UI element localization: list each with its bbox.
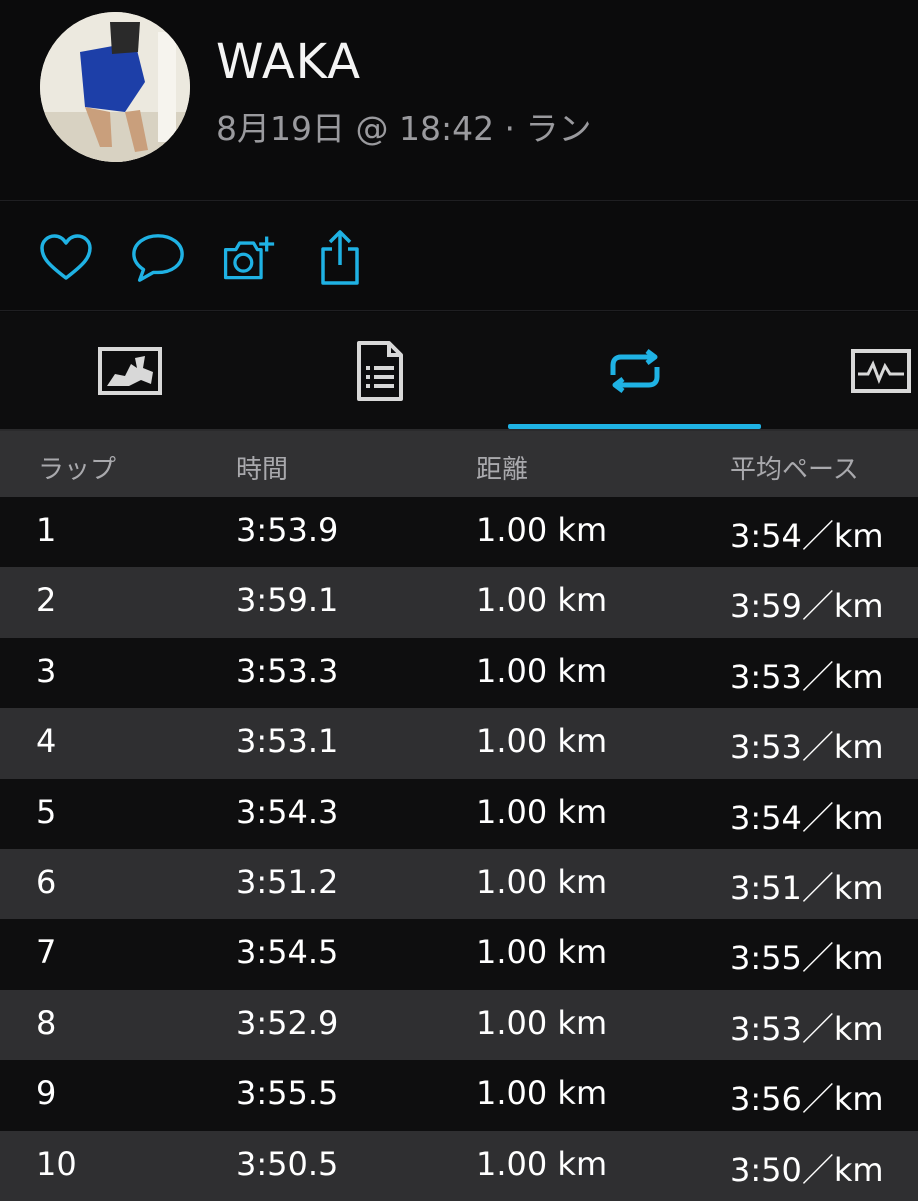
document-list-icon	[357, 341, 403, 401]
tab-laps[interactable]	[560, 312, 710, 430]
table-row[interactable]: 1 3:53.9 1.00 km 3:54／km	[0, 497, 918, 568]
table-row[interactable]: 8 3:52.9 1.00 km 3:53／km	[0, 989, 918, 1061]
lap-number: 2	[36, 581, 57, 620]
comment-bubble-icon	[132, 234, 184, 282]
lap-distance: 1.00 km	[476, 792, 608, 831]
lap-pace: 3:59／km	[730, 587, 884, 626]
lap-pace: 3:53／km	[730, 657, 884, 696]
lap-pace: 3:50／km	[730, 1150, 884, 1189]
lap-distance: 1.00 km	[476, 581, 608, 620]
lap-number: 1	[36, 511, 57, 549]
divider	[0, 200, 918, 201]
activity-header: WAKA 8月19日 @ 18:42 · ラン	[0, 0, 918, 200]
table-row[interactable]: 10 3:50.5 1.00 km 3:50／km	[0, 1130, 918, 1201]
table-row[interactable]: 5 3:54.3 1.00 km 3:54／km	[0, 778, 918, 849]
divider	[0, 310, 918, 311]
add-photo-button[interactable]	[220, 230, 276, 286]
table-row[interactable]: 2 3:59.1 1.00 km 3:59／km	[0, 567, 918, 638]
lap-number: 5	[36, 792, 57, 831]
share-button[interactable]	[312, 230, 368, 286]
lap-distance: 1.00 km	[476, 511, 608, 549]
lap-distance: 1.00 km	[476, 862, 608, 901]
lap-distance: 1.00 km	[476, 722, 608, 761]
lap-distance: 1.00 km	[476, 1074, 608, 1113]
table-row[interactable]: 6 3:51.2 1.00 km 3:51／km	[0, 848, 918, 920]
map-icon	[98, 347, 162, 395]
lap-time: 3:53.1	[236, 722, 339, 761]
activity-tabs	[0, 312, 918, 430]
laps-table-body: 1 3:53.9 1.00 km 3:54／km 2 3:59.1 1.00 k…	[0, 497, 918, 1201]
lap-time: 3:53.3	[236, 651, 339, 690]
tab-details[interactable]	[310, 312, 450, 430]
lap-pace: 3:53／km	[730, 1009, 884, 1048]
column-header-distance: 距離	[476, 455, 529, 485]
lap-pace: 3:54／km	[730, 517, 884, 555]
share-icon	[321, 230, 359, 285]
lap-time: 3:53.9	[236, 511, 339, 549]
like-button[interactable]	[38, 230, 94, 286]
tab-graphs[interactable]	[850, 312, 918, 430]
lap-distance: 1.00 km	[476, 1144, 608, 1183]
column-header-time: 時間	[236, 455, 289, 485]
username[interactable]: WAKA	[216, 34, 361, 90]
tab-map[interactable]	[60, 312, 200, 430]
lap-time: 3:54.3	[236, 792, 339, 831]
repeat-loop-icon	[610, 349, 660, 393]
lap-pace: 3:55／km	[730, 939, 884, 978]
lap-time: 3:55.5	[236, 1074, 339, 1113]
heart-icon	[40, 234, 92, 280]
lap-number: 4	[36, 722, 57, 761]
lap-pace: 3:54／km	[730, 798, 884, 837]
lap-distance: 1.00 km	[476, 1003, 608, 1042]
avatar[interactable]	[40, 12, 190, 162]
activity-graph-icon	[851, 349, 911, 393]
lap-number: 6	[36, 862, 57, 901]
column-header-pace: 平均ペース	[730, 455, 859, 485]
laps-table-header: ラップ 時間 距離 平均ペース	[0, 431, 918, 497]
lap-number: 9	[36, 1074, 57, 1113]
lap-number: 3	[36, 651, 57, 690]
lap-distance: 1.00 km	[476, 651, 608, 690]
comment-button[interactable]	[130, 230, 186, 286]
table-row[interactable]: 3 3:53.3 1.00 km 3:53／km	[0, 637, 918, 709]
active-tab-indicator	[508, 424, 761, 429]
table-row[interactable]: 7 3:54.5 1.00 km 3:55／km	[0, 919, 918, 990]
action-bar	[0, 202, 918, 310]
table-row[interactable]: 4 3:53.1 1.00 km 3:53／km	[0, 708, 918, 779]
lap-time: 3:59.1	[236, 581, 339, 620]
camera-plus-icon	[223, 236, 275, 280]
avatar-photo	[40, 12, 190, 162]
lap-time: 3:51.2	[236, 862, 339, 901]
lap-time: 3:52.9	[236, 1003, 339, 1042]
lap-number: 7	[36, 933, 57, 972]
column-header-lap: ラップ	[38, 455, 117, 485]
lap-time: 3:50.5	[236, 1144, 339, 1183]
lap-distance: 1.00 km	[476, 933, 608, 972]
table-row[interactable]: 9 3:55.5 1.00 km 3:56／km	[0, 1060, 918, 1131]
lap-pace: 3:51／km	[730, 868, 884, 907]
lap-time: 3:54.5	[236, 933, 339, 972]
lap-pace: 3:53／km	[730, 728, 884, 767]
lap-number: 10	[36, 1144, 77, 1183]
lap-pace: 3:56／km	[730, 1080, 884, 1119]
activity-meta: 8月19日 @ 18:42 · ラン	[216, 109, 592, 148]
lap-number: 8	[36, 1003, 57, 1042]
